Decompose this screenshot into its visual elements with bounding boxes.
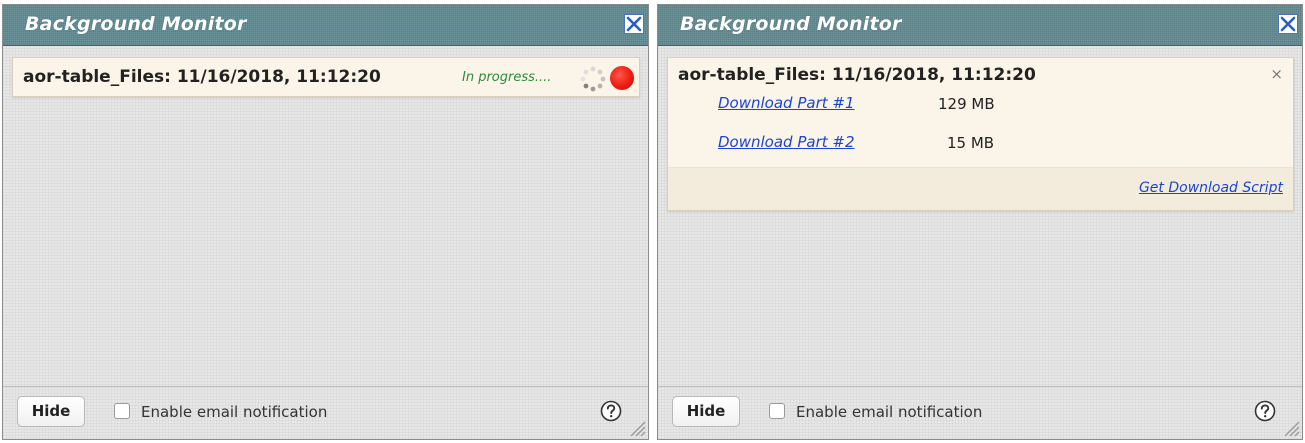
- job-title: aor-table_Files: 11/16/2018, 11:12:20: [23, 67, 381, 87]
- close-icon[interactable]: [624, 14, 644, 34]
- panel-title: Background Monitor: [25, 13, 247, 35]
- background-monitor-panel-right: Background Monitor aor-table_Files: 11/1…: [657, 4, 1303, 440]
- help-icon[interactable]: [1254, 400, 1276, 422]
- spinner-icon: [580, 66, 606, 92]
- close-icon[interactable]: [1278, 14, 1298, 34]
- panel-titlebar[interactable]: Background Monitor: [3, 5, 648, 46]
- background-monitor-panel-left: Background Monitor aor-table_Files: 11/1…: [2, 4, 649, 440]
- hide-button[interactable]: Hide: [17, 396, 85, 427]
- panel-titlebar[interactable]: Background Monitor: [658, 5, 1302, 46]
- stage: Background Monitor aor-table_Files: 11/1…: [0, 0, 1305, 443]
- job-card: aor-table_Files: 11/16/2018, 11:12:20 × …: [667, 57, 1294, 211]
- get-download-script-link[interactable]: Get Download Script: [1139, 180, 1283, 196]
- email-notification-checkbox[interactable]: [114, 403, 130, 419]
- panel-footer: Hide Enable email notification: [658, 386, 1302, 439]
- panel-title: Background Monitor: [680, 13, 902, 35]
- panel-footer: Hide Enable email notification: [3, 386, 648, 439]
- email-notification-checkbox[interactable]: [769, 403, 785, 419]
- help-icon[interactable]: [600, 400, 622, 422]
- remove-job-icon[interactable]: ×: [1270, 65, 1283, 83]
- email-notification-label: Enable email notification: [141, 403, 328, 421]
- download-part-size: 15 MB: [947, 134, 995, 152]
- job-status: In progress....: [462, 70, 552, 85]
- job-title: aor-table_Files: 11/16/2018, 11:12:20: [678, 65, 1036, 85]
- download-part-size: 129 MB: [938, 95, 995, 113]
- resize-grip-icon[interactable]: [1280, 417, 1300, 437]
- download-part-link[interactable]: Download Part #2: [718, 133, 855, 151]
- script-bar: Get Download Script: [668, 167, 1293, 210]
- download-part-link[interactable]: Download Part #1: [718, 94, 855, 112]
- job-card: aor-table_Files: 11/16/2018, 11:12:20 In…: [12, 57, 640, 97]
- email-notification-label: Enable email notification: [796, 403, 983, 421]
- stop-icon[interactable]: [610, 66, 634, 90]
- resize-grip-icon[interactable]: [626, 417, 646, 437]
- hide-button[interactable]: Hide: [672, 396, 740, 427]
